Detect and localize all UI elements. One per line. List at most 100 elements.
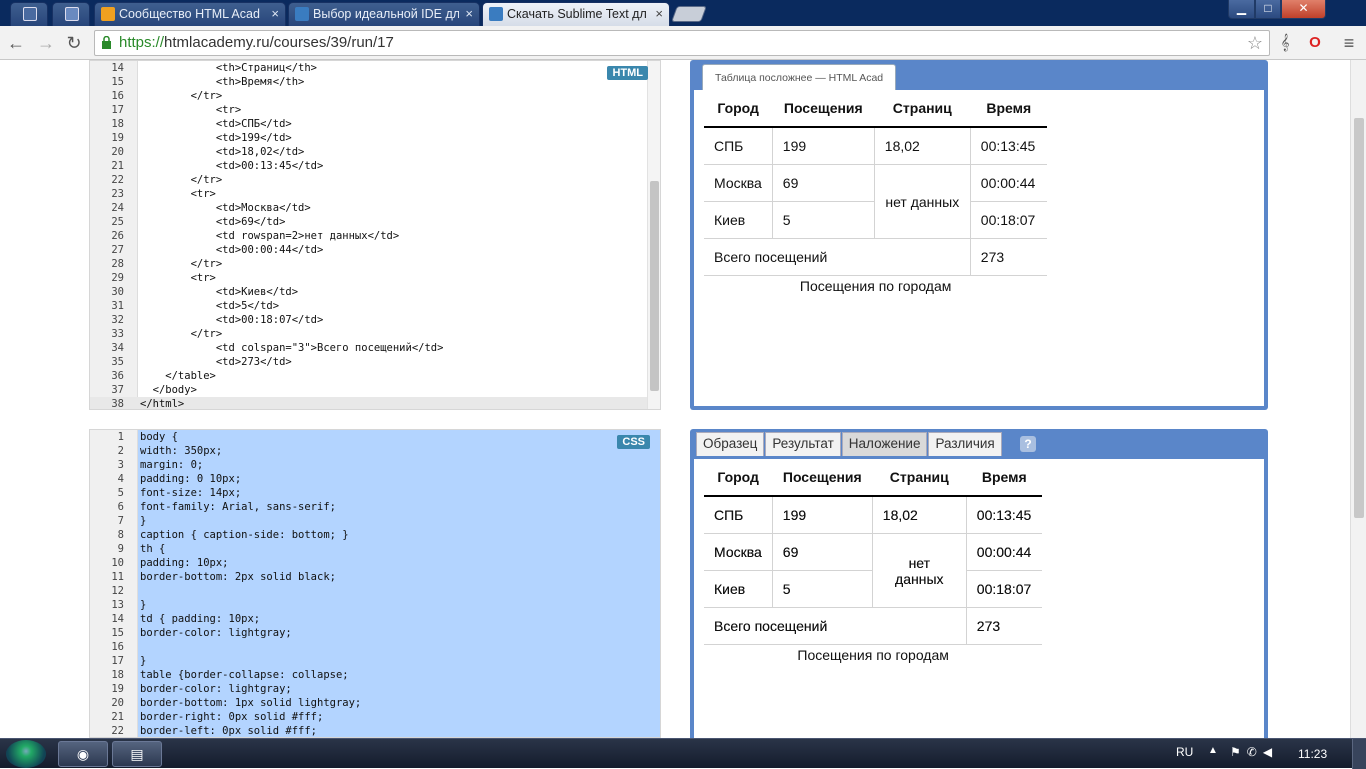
code-text: <td>00:18:07</td> — [140, 314, 324, 326]
table-cell: 199 — [771, 495, 873, 534]
help-button[interactable]: ? — [1020, 436, 1036, 452]
code-text: <td>273</td> — [140, 356, 292, 368]
code-text: th { — [140, 543, 166, 555]
url-path: htmlacademy.ru/courses/39/run/17 — [164, 34, 394, 51]
table-header-cell: Посещения — [772, 459, 873, 497]
forward-arrow-icon[interactable]: → — [34, 31, 58, 55]
browser-tab-ide[interactable]: Выбор идеальной IDE дл × — [288, 2, 480, 26]
new-tab-button[interactable] — [671, 6, 707, 22]
line-number: 7 — [117, 515, 124, 527]
browser-tab-sublime[interactable]: Скачать Sublime Text дл × — [482, 2, 670, 26]
line-number: 14 — [111, 613, 124, 625]
line-number: 28 — [111, 258, 124, 270]
line-number: 34 — [111, 342, 124, 354]
table-cell: 273 — [969, 238, 1048, 276]
table-cell: Всего посещений — [704, 238, 971, 276]
table-cell: нет данных — [871, 533, 967, 608]
code-line: 37 </body> — [90, 383, 660, 397]
tab-title: Выбор идеальной IDE дл — [313, 7, 459, 21]
windows-start-icon[interactable] — [6, 740, 46, 768]
table-header-cell: Посещения — [772, 90, 875, 128]
css-code-editor[interactable]: 1 body {2 width: 350px; 3 margin: 0; 4 padding… — [89, 429, 661, 738]
code-line: 27 <td>00:00:44</td> — [90, 243, 660, 257]
tray-expand-icon[interactable]: ▲ — [1208, 745, 1218, 756]
table-row: Всего посещений 273 — [704, 607, 1043, 645]
pinned-tab-1[interactable] — [10, 2, 48, 26]
code-text: caption { caption-side: bottom; } — [140, 529, 349, 541]
code-line: 4 padding: 0 10px; — [90, 472, 660, 486]
reload-icon[interactable]: ↻ — [62, 31, 86, 55]
line-number: 11 — [111, 571, 124, 583]
html-editor-scrollbar[interactable] — [647, 61, 660, 409]
code-line: 31 <td>5</td> — [90, 299, 660, 313]
line-number: 16 — [111, 641, 124, 653]
code-text: <tr> — [140, 188, 216, 200]
opera-extension-icon[interactable]: O — [1304, 32, 1326, 54]
table-header-cell: Город — [704, 90, 773, 128]
mode-tab-2[interactable]: Результат — [765, 432, 841, 456]
code-text: <th>Страниц</th> — [140, 62, 318, 74]
close-window-button[interactable]: ✕ — [1281, 0, 1326, 19]
line-number: 15 — [111, 76, 124, 88]
close-tab-icon[interactable]: × — [271, 3, 279, 25]
code-text: </tr> — [140, 174, 223, 186]
lock-icon — [102, 36, 111, 49]
code-line: 8 caption { caption-side: bottom; } — [90, 528, 660, 542]
line-number: 17 — [111, 104, 124, 116]
line-number: 8 — [117, 529, 124, 541]
clock[interactable]: 11:23 — [1298, 747, 1327, 761]
close-tab-icon[interactable]: × — [465, 3, 473, 25]
menu-icon[interactable]: ≡ — [1338, 32, 1360, 54]
close-tab-icon[interactable]: × — [655, 3, 663, 25]
address-bar[interactable]: https://htmlacademy.ru/courses/39/run/17… — [94, 30, 1270, 56]
code-line: 38 </html> — [90, 397, 660, 410]
chrome-taskbar-icon[interactable]: ◉ — [58, 741, 108, 767]
show-desktop-button[interactable] — [1352, 739, 1366, 769]
page-scrollbar-thumb[interactable] — [1354, 118, 1364, 518]
code-text: margin: 0; — [140, 459, 204, 471]
table-cell: Москва — [704, 533, 773, 571]
bookmark-star-icon[interactable]: ☆ — [1247, 31, 1263, 55]
sublime-taskbar-icon[interactable]: ▤ — [112, 741, 162, 767]
line-number: 24 — [111, 202, 124, 214]
sample-preview-area: Город Посещения Страниц Время СПБ 199 18,02 00:… — [694, 90, 1264, 406]
table-header-row: Город Посещения Страниц Время — [704, 459, 1043, 497]
tray-icons[interactable]: ⚑✆◀ — [1230, 745, 1278, 759]
table-header-cell: Страниц — [874, 90, 971, 128]
line-number: 14 — [111, 62, 124, 74]
code-line: 2 width: 350px; — [90, 444, 660, 458]
code-line: 19 border-color: lightgray; — [90, 682, 660, 696]
scrollbar-thumb[interactable] — [650, 181, 659, 391]
mode-tab-4[interactable]: Различия — [928, 432, 1002, 456]
page-scrollbar[interactable] — [1350, 60, 1366, 738]
result-table: Город Посещения Страниц Время СПБ 199 18,02 00:… — [704, 459, 1043, 663]
pinned-tab-2[interactable] — [52, 2, 90, 26]
music-extension-icon[interactable]: 𝄞 — [1274, 32, 1296, 54]
browser-toolbar: ← → ↻ https://htmlacademy.ru/courses/39/… — [0, 26, 1366, 60]
maximize-button[interactable]: □ — [1255, 0, 1281, 19]
line-number: 20 — [111, 146, 124, 158]
code-text: </html> — [140, 398, 185, 410]
preview-tab[interactable]: Таблица посложнее — HTML Acad — [702, 64, 896, 91]
table-row: Москва 69 нет данных 00:00:44 — [704, 533, 1043, 608]
table-row: СПБ 199 18,02 00:13:45 — [704, 126, 1048, 165]
html-code-editor[interactable]: 14 <th>Страниц</th> 15 <th>Время</th> 16 <… — [89, 60, 661, 410]
line-number: 6 — [117, 501, 124, 513]
code-line: 6 font-family: Arial, sans-serif; — [90, 500, 660, 514]
table-cell: 00:18:07 — [965, 570, 1043, 608]
input-language[interactable]: RU — [1176, 745, 1193, 759]
code-text: </tr> — [140, 258, 223, 270]
mode-tab-3[interactable]: Наложение — [841, 432, 928, 456]
code-line: 15 border-color: lightgray; — [90, 626, 660, 640]
mode-tab-1[interactable]: Образец — [696, 432, 765, 456]
html-badge: HTML — [607, 66, 648, 80]
browser-tab-htmlacademy[interactable]: Сообщество HTML Acad × — [94, 2, 286, 26]
back-arrow-icon[interactable]: ← — [4, 31, 28, 55]
table-cell: 69 — [771, 164, 875, 202]
minimize-button[interactable]: ▁ — [1228, 0, 1255, 19]
line-number: 16 — [111, 90, 124, 102]
code-text: width: 350px; — [140, 445, 223, 457]
table-cell: Москва — [704, 164, 773, 202]
url-scheme: https:// — [119, 34, 165, 51]
table-row: Всего посещений 273 — [704, 238, 1048, 276]
